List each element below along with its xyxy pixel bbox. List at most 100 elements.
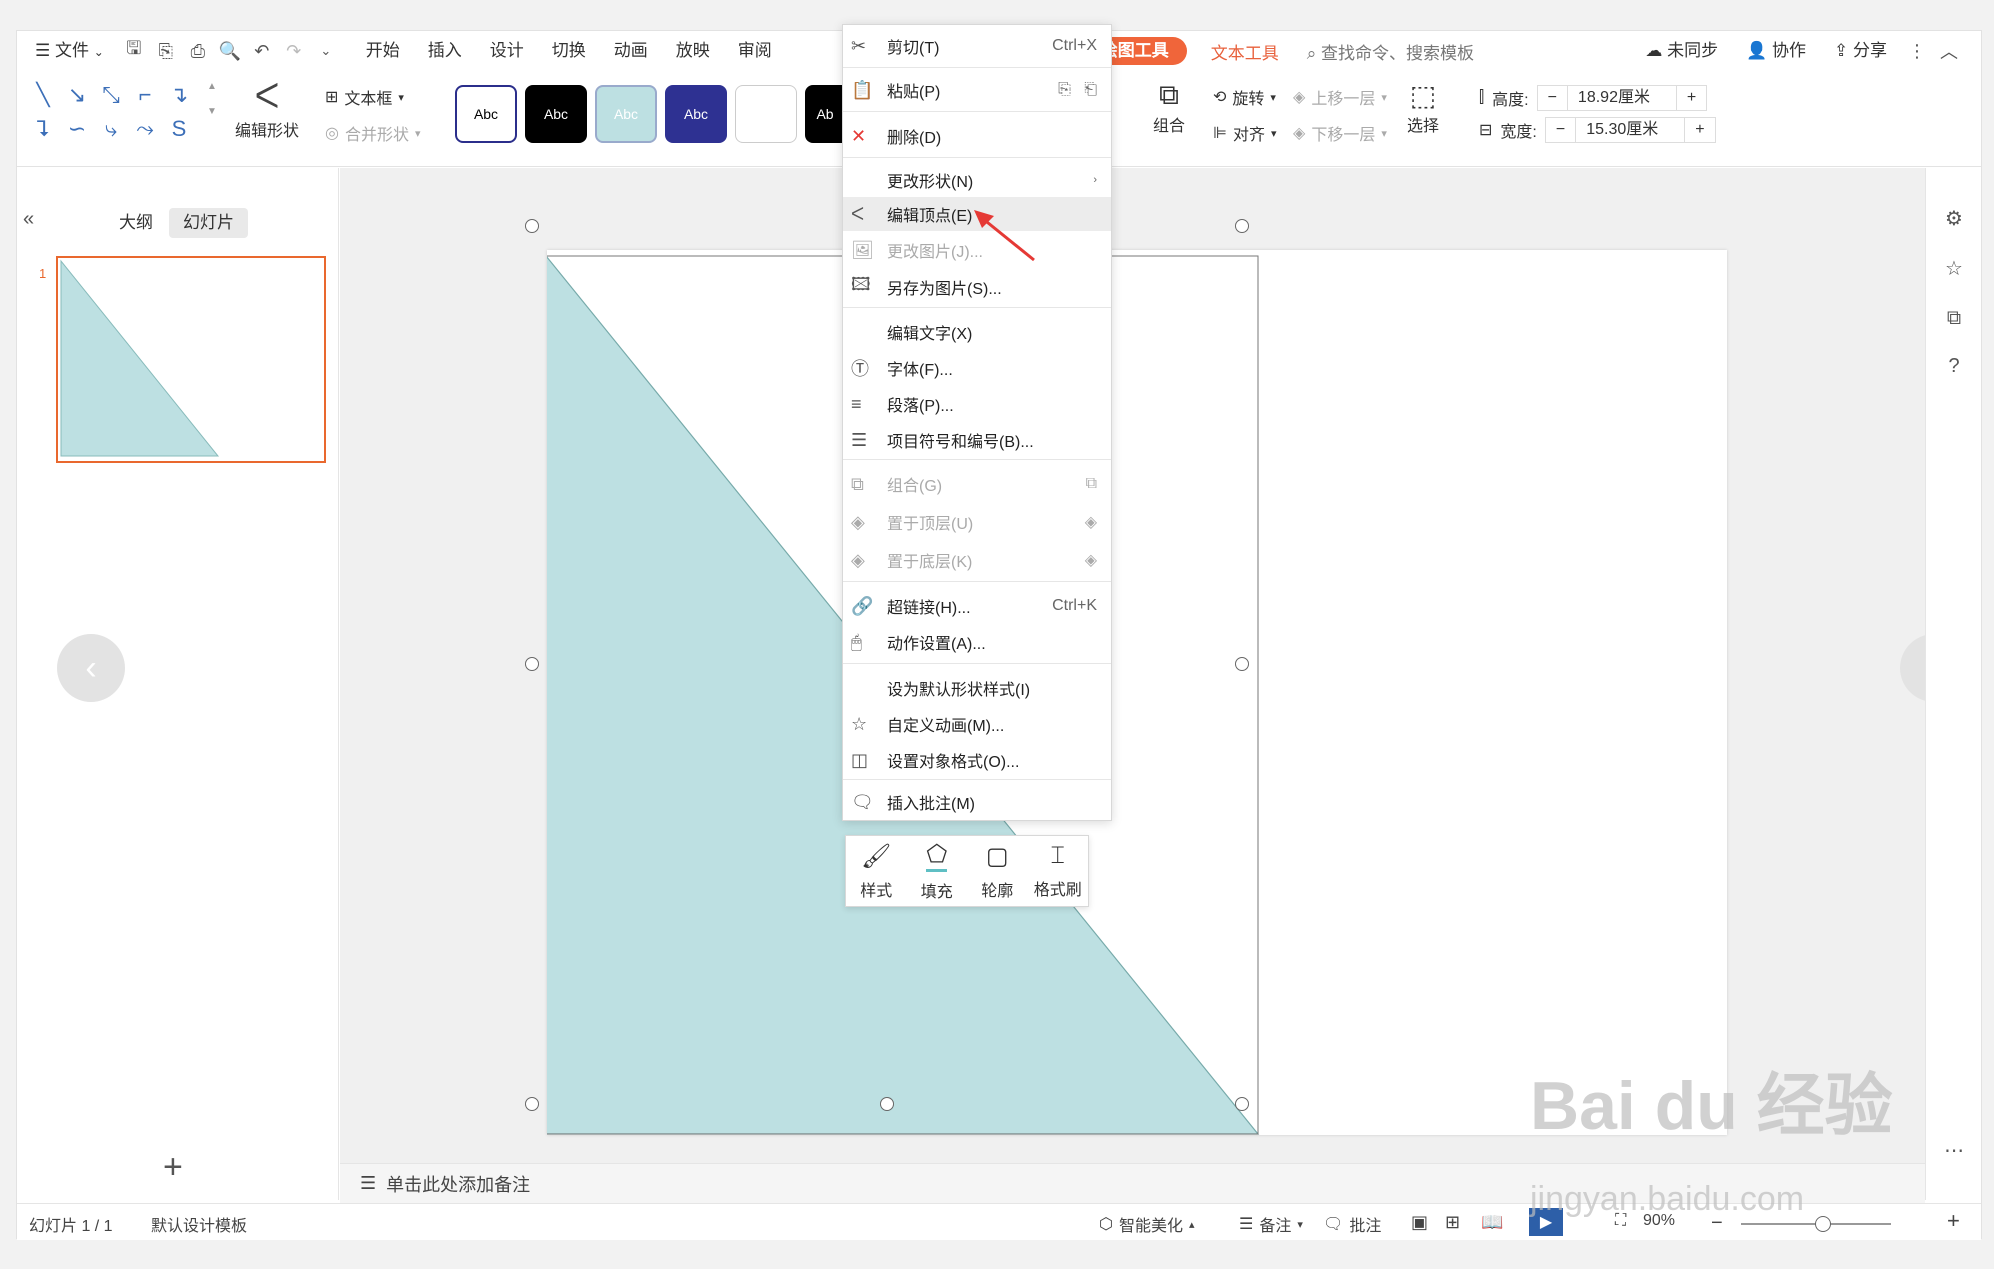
bring-forward-button[interactable]: ◈ 上移一层 ▾ (1293, 85, 1387, 109)
shape-style-black-2[interactable]: Ab (805, 85, 845, 143)
menu-paste[interactable]: 📋 粘贴(P) ⎘ ⎗ (843, 73, 1111, 107)
slide-sorter-icon[interactable]: ⊞ (1445, 1212, 1460, 1233)
resize-handle-top-left[interactable] (525, 219, 539, 233)
arrow-line-icon[interactable]: ↘ (61, 79, 93, 111)
paste-options-icons[interactable]: ⎘ ⎗ (1058, 81, 1111, 99)
menu-bring-to-front[interactable]: ◈ 置于顶层(U) ◈ (843, 505, 1111, 539)
tab-insert[interactable]: 插入 (414, 31, 476, 71)
menu-bullets[interactable]: ☰ 项目符号和编号(B)... (843, 423, 1111, 457)
scroll-up-icon[interactable]: ▲ (207, 81, 217, 92)
align-button[interactable]: ⊫ 对齐 ▾ (1213, 121, 1276, 145)
resize-handle-bottom-right[interactable] (1235, 1097, 1249, 1111)
tab-design[interactable]: 设计 (476, 31, 538, 71)
more-icon[interactable]: ⋯ (1940, 1136, 1968, 1164)
search-box[interactable]: ⌕ 查找命令、搜索模板 (1293, 39, 1488, 64)
tab-review[interactable]: 审阅 (724, 31, 786, 71)
right-triangle-shape[interactable] (547, 250, 1727, 1135)
sync-status[interactable]: ☁ 未同步 (1631, 31, 1732, 71)
share-button[interactable]: ⇪ 分享 (1820, 31, 1901, 71)
menu-format-object[interactable]: ◫ 设置对象格式(O)... (843, 743, 1111, 777)
help-icon[interactable]: ? (1940, 352, 1968, 380)
curved-arrow-connector-icon[interactable]: ⤷ (95, 113, 127, 145)
menu-group[interactable]: ⧉ 组合(G) ⧉ (843, 467, 1111, 501)
resize-handle-bottom-left[interactable] (525, 1097, 539, 1111)
elbow-connector-icon[interactable]: ⌐ (129, 79, 161, 111)
normal-view-icon[interactable]: ▣ (1411, 1212, 1428, 1233)
elbow-arrow-connector-icon[interactable]: ↴ (163, 79, 195, 111)
line-shapes-gallery[interactable]: ╲ ↘ ⤡ ⌐ ↴ ⮧ ∽ ⤷ ⤳ S (27, 79, 217, 149)
zoom-slider-thumb[interactable] (1815, 1216, 1831, 1232)
tab-slides[interactable]: 幻灯片 (169, 208, 248, 238)
format-painter-icon[interactable]: ⎘ (150, 31, 182, 71)
menu-save-as-picture[interactable]: 🖾 另存为图片(S)... (843, 270, 1111, 304)
tab-home[interactable]: 开始 (352, 31, 414, 71)
zoom-slider[interactable] (1741, 1216, 1891, 1232)
width-stepper[interactable]: − 15.30厘米 + (1544, 117, 1716, 143)
slide-thumbnail[interactable] (56, 256, 326, 463)
animation-star-icon[interactable]: ☆ (1940, 254, 1968, 282)
width-decrement[interactable]: − (1546, 121, 1575, 139)
resize-handle-middle-left[interactable] (525, 657, 539, 671)
properties-icon[interactable]: ⚙ (1940, 204, 1968, 232)
shape-style-white[interactable]: Abc (455, 85, 517, 143)
print-icon[interactable]: ⎙ (182, 31, 214, 71)
file-menu[interactable]: ☰ 文件 ⌄ (17, 31, 118, 71)
mini-outline-button[interactable]: ▢ 轮廓 (967, 836, 1028, 906)
collaborate-button[interactable]: 👤 协作 (1732, 31, 1820, 71)
smart-beautify-button[interactable]: ⬡ 智能美化 ▴ (1099, 1212, 1195, 1236)
prev-slide-button[interactable]: ‹ (57, 634, 125, 702)
menu-paragraph[interactable]: ≡ 段落(P)... (843, 387, 1111, 421)
menu-change-shape[interactable]: 更改形状(N) › (843, 163, 1111, 197)
more-options-icon[interactable]: ⋮ (1901, 31, 1933, 71)
slide[interactable] (547, 250, 1727, 1135)
gallery-scroll[interactable]: ▲ ▼ (207, 81, 217, 117)
notes-toggle[interactable]: ☰ 备注 ▾ (1239, 1212, 1303, 1236)
menu-edit-text[interactable]: 编辑文字(X) (843, 315, 1111, 349)
line-icon[interactable]: ╲ (27, 79, 59, 111)
rotate-button[interactable]: ⟲ 旋转 ▾ (1213, 85, 1276, 109)
edit-shape-button[interactable]: ᐸ 编辑形状 (235, 77, 299, 141)
tab-outline[interactable]: 大纲 (105, 208, 167, 238)
resize-handle-bottom-center[interactable] (880, 1097, 894, 1111)
shape-style-navy[interactable]: Abc (665, 85, 727, 143)
double-arrow-line-icon[interactable]: ⤡ (95, 79, 127, 111)
scroll-down-icon[interactable]: ▼ (207, 106, 217, 117)
elbow-double-arrow-icon[interactable]: ⮧ (27, 113, 59, 145)
resize-handle-top-right[interactable] (1235, 219, 1249, 233)
mini-style-button[interactable]: 🖌 样式 (846, 836, 907, 906)
menu-cut[interactable]: ✂ 剪切(T) Ctrl+X (843, 29, 1111, 63)
zoom-in-button[interactable]: + (1947, 1208, 1960, 1234)
shape-style-teal[interactable]: Abc (595, 85, 657, 143)
height-input[interactable]: 18.92厘米 (1566, 85, 1677, 111)
menu-send-to-back[interactable]: ◈ 置于底层(K) ◈ (843, 543, 1111, 577)
slide-transition-icon[interactable]: ⧉ (1940, 304, 1968, 332)
resize-handle-middle-right[interactable] (1235, 657, 1249, 671)
width-increment[interactable]: + (1685, 121, 1714, 139)
customize-quick-access-icon[interactable]: ⌄ (310, 31, 342, 71)
text-box-button[interactable]: ⊞ 文本框 ▾ (325, 85, 404, 109)
width-input[interactable]: 15.30厘米 (1575, 117, 1686, 143)
print-preview-icon[interactable]: 🔍 (214, 31, 246, 71)
tab-transitions[interactable]: 切换 (538, 31, 600, 71)
menu-delete[interactable]: ✕ 删除(D) (843, 119, 1111, 153)
height-stepper[interactable]: − 18.92厘米 + (1536, 85, 1708, 111)
menu-font[interactable]: Ⓣ 字体(F)... (843, 351, 1111, 385)
send-backward-button[interactable]: ◈ 下移一层 ▾ (1293, 121, 1387, 145)
reading-view-icon[interactable]: 📖 (1481, 1212, 1503, 1233)
select-button[interactable]: ⬚ 选择 (1407, 79, 1439, 136)
curved-connector-icon[interactable]: ∽ (61, 113, 93, 145)
undo-icon[interactable]: ↶ (246, 31, 278, 71)
merge-shapes-button[interactable]: ◎ 合并形状 ▾ (325, 121, 421, 145)
collapse-ribbon-icon[interactable]: ︿ (1933, 31, 1965, 71)
redo-icon[interactable]: ↷ (278, 31, 310, 71)
shape-style-plain[interactable] (735, 85, 797, 143)
curve-icon[interactable]: S (163, 113, 195, 145)
comments-toggle[interactable]: 🗨 批注 (1323, 1212, 1381, 1236)
shape-style-black[interactable]: Abc (525, 85, 587, 143)
tab-animations[interactable]: 动画 (600, 31, 662, 71)
menu-insert-comment[interactable]: 🗨 插入批注(M) (843, 785, 1111, 819)
menu-set-default-style[interactable]: 设为默认形状样式(I) (843, 671, 1111, 705)
group-button[interactable]: ⧉ 组合 (1153, 79, 1185, 136)
tab-slideshow[interactable]: 放映 (662, 31, 724, 71)
height-increment[interactable]: + (1677, 89, 1706, 107)
